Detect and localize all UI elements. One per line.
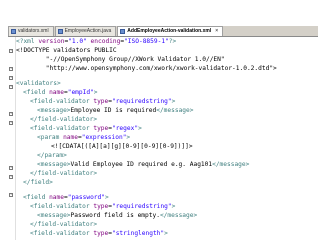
code-line-param-close: </param> — [37, 152, 67, 159]
close-tab-icon[interactable]: × — [215, 27, 218, 36]
code-line-doctype-system-id: "http://www.opensymphony.com/xwork/xwork… — [16, 65, 277, 72]
fold-toggle-icon[interactable]: - — [9, 49, 13, 53]
code-line-field-validator-regex: <field-validator type="regex"> — [30, 125, 142, 132]
code-line-field-validator-required-pw: <field-validator type="requiredstring"> — [30, 203, 176, 210]
fold-toggle-icon[interactable]: - — [9, 121, 13, 125]
tab-employee-action-java[interactable]: EmployeeAction.java — [54, 26, 117, 36]
tab-label: EmployeeAction.java — [64, 28, 112, 34]
fold-toggle-icon[interactable]: - — [9, 175, 13, 179]
xml-file-icon — [120, 29, 126, 34]
code-line-xml-declaration: <?xml version="1.0" encoding="ISO-8859-1… — [16, 38, 177, 45]
fold-toggle-icon[interactable]: - — [9, 193, 13, 197]
code-line-field-validator-close: </field-validator> — [30, 116, 98, 123]
code-line-field-empid: <field name="empId"> — [23, 89, 98, 96]
java-file-icon — [57, 29, 63, 34]
fold-toggle-icon[interactable]: - — [9, 76, 13, 80]
code-line-field-validator-stringlength: <field-validator type="stringlength"> — [30, 230, 168, 237]
code-editor[interactable]: - - - - - - - - - <?xml version="1.0" en… — [8, 37, 318, 240]
tab-label: validators.xml — [18, 28, 49, 34]
code-line-message-empid-valid: <message>Valid Employee ID required e.g.… — [37, 161, 250, 168]
fold-toggle-icon[interactable]: - — [9, 85, 13, 89]
fold-toggle-icon[interactable]: - — [9, 112, 13, 116]
code-line-param-expression: <param name="expression"> — [37, 134, 131, 141]
tab-label: AddEmployeeAction-validation.xml — [127, 28, 212, 34]
code-line-field-validator-close: </field-validator> — [30, 170, 98, 177]
tab-add-employee-validation[interactable]: AddEmployeeAction-validation.xml × — [117, 26, 224, 36]
code-line-validators-open: <validators> — [16, 80, 61, 87]
tab-validators-xml[interactable]: validators.xml — [8, 26, 54, 36]
code-line-message-empid-required: <message>Employee ID is required</messag… — [37, 107, 194, 114]
editor-tab-bar: validators.xml EmployeeAction.java AddEm… — [8, 26, 318, 37]
fold-toggle-icon[interactable]: - — [9, 67, 13, 71]
fold-toggle-icon[interactable]: - — [9, 166, 13, 170]
code-line-field-validator-close: </field-validator> — [30, 221, 98, 228]
code-line-doctype-public-id: "-//OpenSymphony Group//XWork Validator … — [16, 56, 225, 63]
code-line-field-close: </field> — [23, 179, 53, 186]
code-line-cdata-regex: <![CDATA[([A][a][g][0-9][0-9][0-9])]]> — [51, 143, 193, 150]
code-line-field-password: <field name="password"> — [23, 194, 109, 201]
xml-file-icon — [11, 29, 16, 34]
code-line-field-validator-required: <field-validator type="requiredstring"> — [30, 98, 176, 105]
code-line-message-pw-empty: <message>Password field is empty.</messa… — [37, 212, 198, 219]
code-line-doctype: <!DOCTYPE validators PUBLIC — [16, 47, 117, 54]
